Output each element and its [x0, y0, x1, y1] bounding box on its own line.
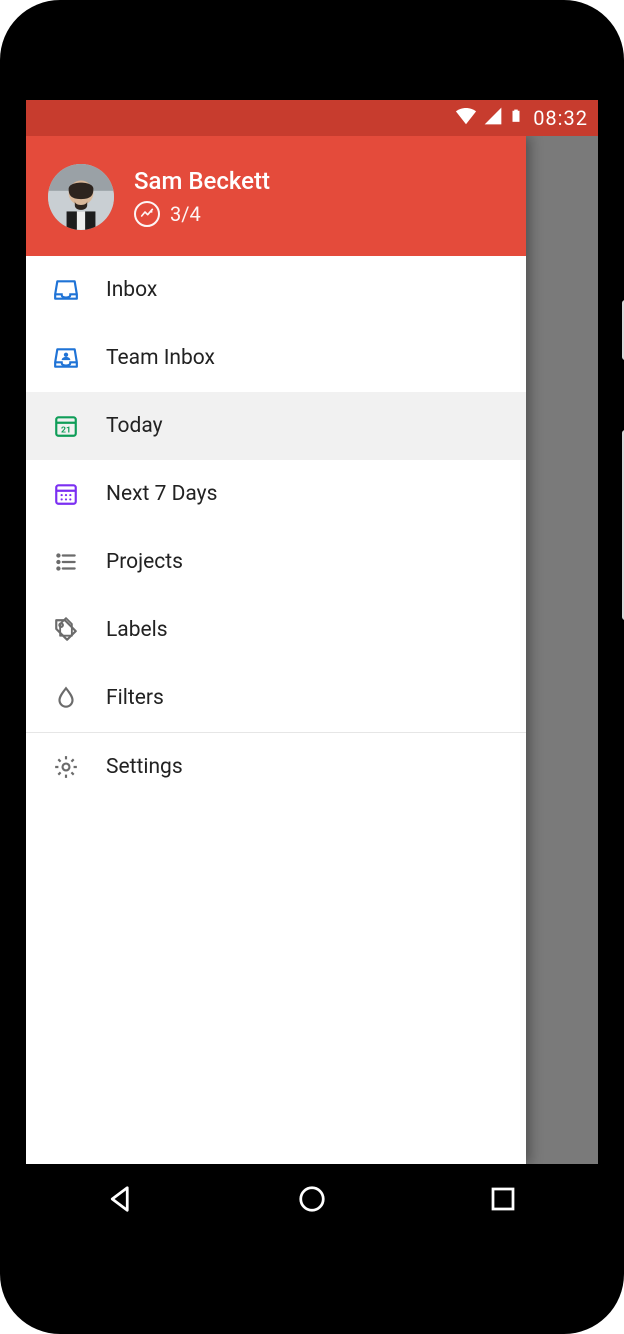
- drop-icon: [52, 684, 80, 712]
- menu-item-team-inbox[interactable]: Team Inbox: [26, 324, 526, 392]
- user-meta: Sam Beckett 3/4: [134, 167, 270, 227]
- menu-label: Next 7 Days: [106, 482, 217, 506]
- menu-label: Today: [106, 414, 163, 438]
- menu-item-settings[interactable]: Settings: [26, 733, 526, 801]
- menu-item-filters[interactable]: Filters: [26, 664, 526, 732]
- list-icon: [52, 548, 80, 576]
- inbox-icon: [52, 276, 80, 304]
- phone-frame: 08:32 Sam Becket: [0, 0, 624, 1334]
- back-button[interactable]: [105, 1183, 137, 1215]
- battery-icon: [509, 105, 523, 132]
- navigation-drawer: Sam Beckett 3/4 Inbox: [26, 136, 526, 1164]
- gear-icon: [52, 753, 80, 781]
- phone-screen: 08:32 Sam Becket: [26, 100, 598, 1234]
- wifi-icon: [455, 105, 477, 132]
- menu-label: Inbox: [106, 278, 157, 302]
- tag-icon: [52, 616, 80, 644]
- status-bar: 08:32: [26, 100, 598, 136]
- menu-item-inbox[interactable]: Inbox: [26, 256, 526, 324]
- drawer-header[interactable]: Sam Beckett 3/4: [26, 136, 526, 256]
- scrim-overlay[interactable]: [526, 136, 598, 1164]
- calendar-today-icon: 21: [52, 412, 80, 440]
- menu-item-projects[interactable]: Projects: [26, 528, 526, 596]
- menu-label: Projects: [106, 550, 183, 574]
- menu-item-labels[interactable]: Labels: [26, 596, 526, 664]
- karma-row[interactable]: 3/4: [134, 201, 270, 227]
- menu-item-today[interactable]: 21 Today: [26, 392, 526, 460]
- menu-label: Team Inbox: [106, 346, 215, 370]
- karma-icon: [134, 201, 160, 227]
- drawer-menu: Inbox Team Inbox 21 Today: [26, 256, 526, 801]
- avatar[interactable]: [48, 164, 114, 230]
- karma-ratio: 3/4: [170, 202, 201, 226]
- cellular-icon: [483, 106, 503, 131]
- android-nav-bar: [26, 1164, 598, 1234]
- menu-item-next-7-days[interactable]: Next 7 Days: [26, 460, 526, 528]
- clock-text: 08:32: [533, 106, 588, 130]
- team-inbox-icon: [52, 344, 80, 372]
- recent-apps-button[interactable]: [487, 1183, 519, 1215]
- svg-text:21: 21: [61, 426, 71, 436]
- menu-label: Labels: [106, 618, 168, 642]
- calendar-week-icon: [52, 480, 80, 508]
- menu-label: Filters: [106, 686, 164, 710]
- menu-label: Settings: [106, 755, 183, 779]
- home-button[interactable]: [296, 1183, 328, 1215]
- user-name: Sam Beckett: [134, 167, 270, 195]
